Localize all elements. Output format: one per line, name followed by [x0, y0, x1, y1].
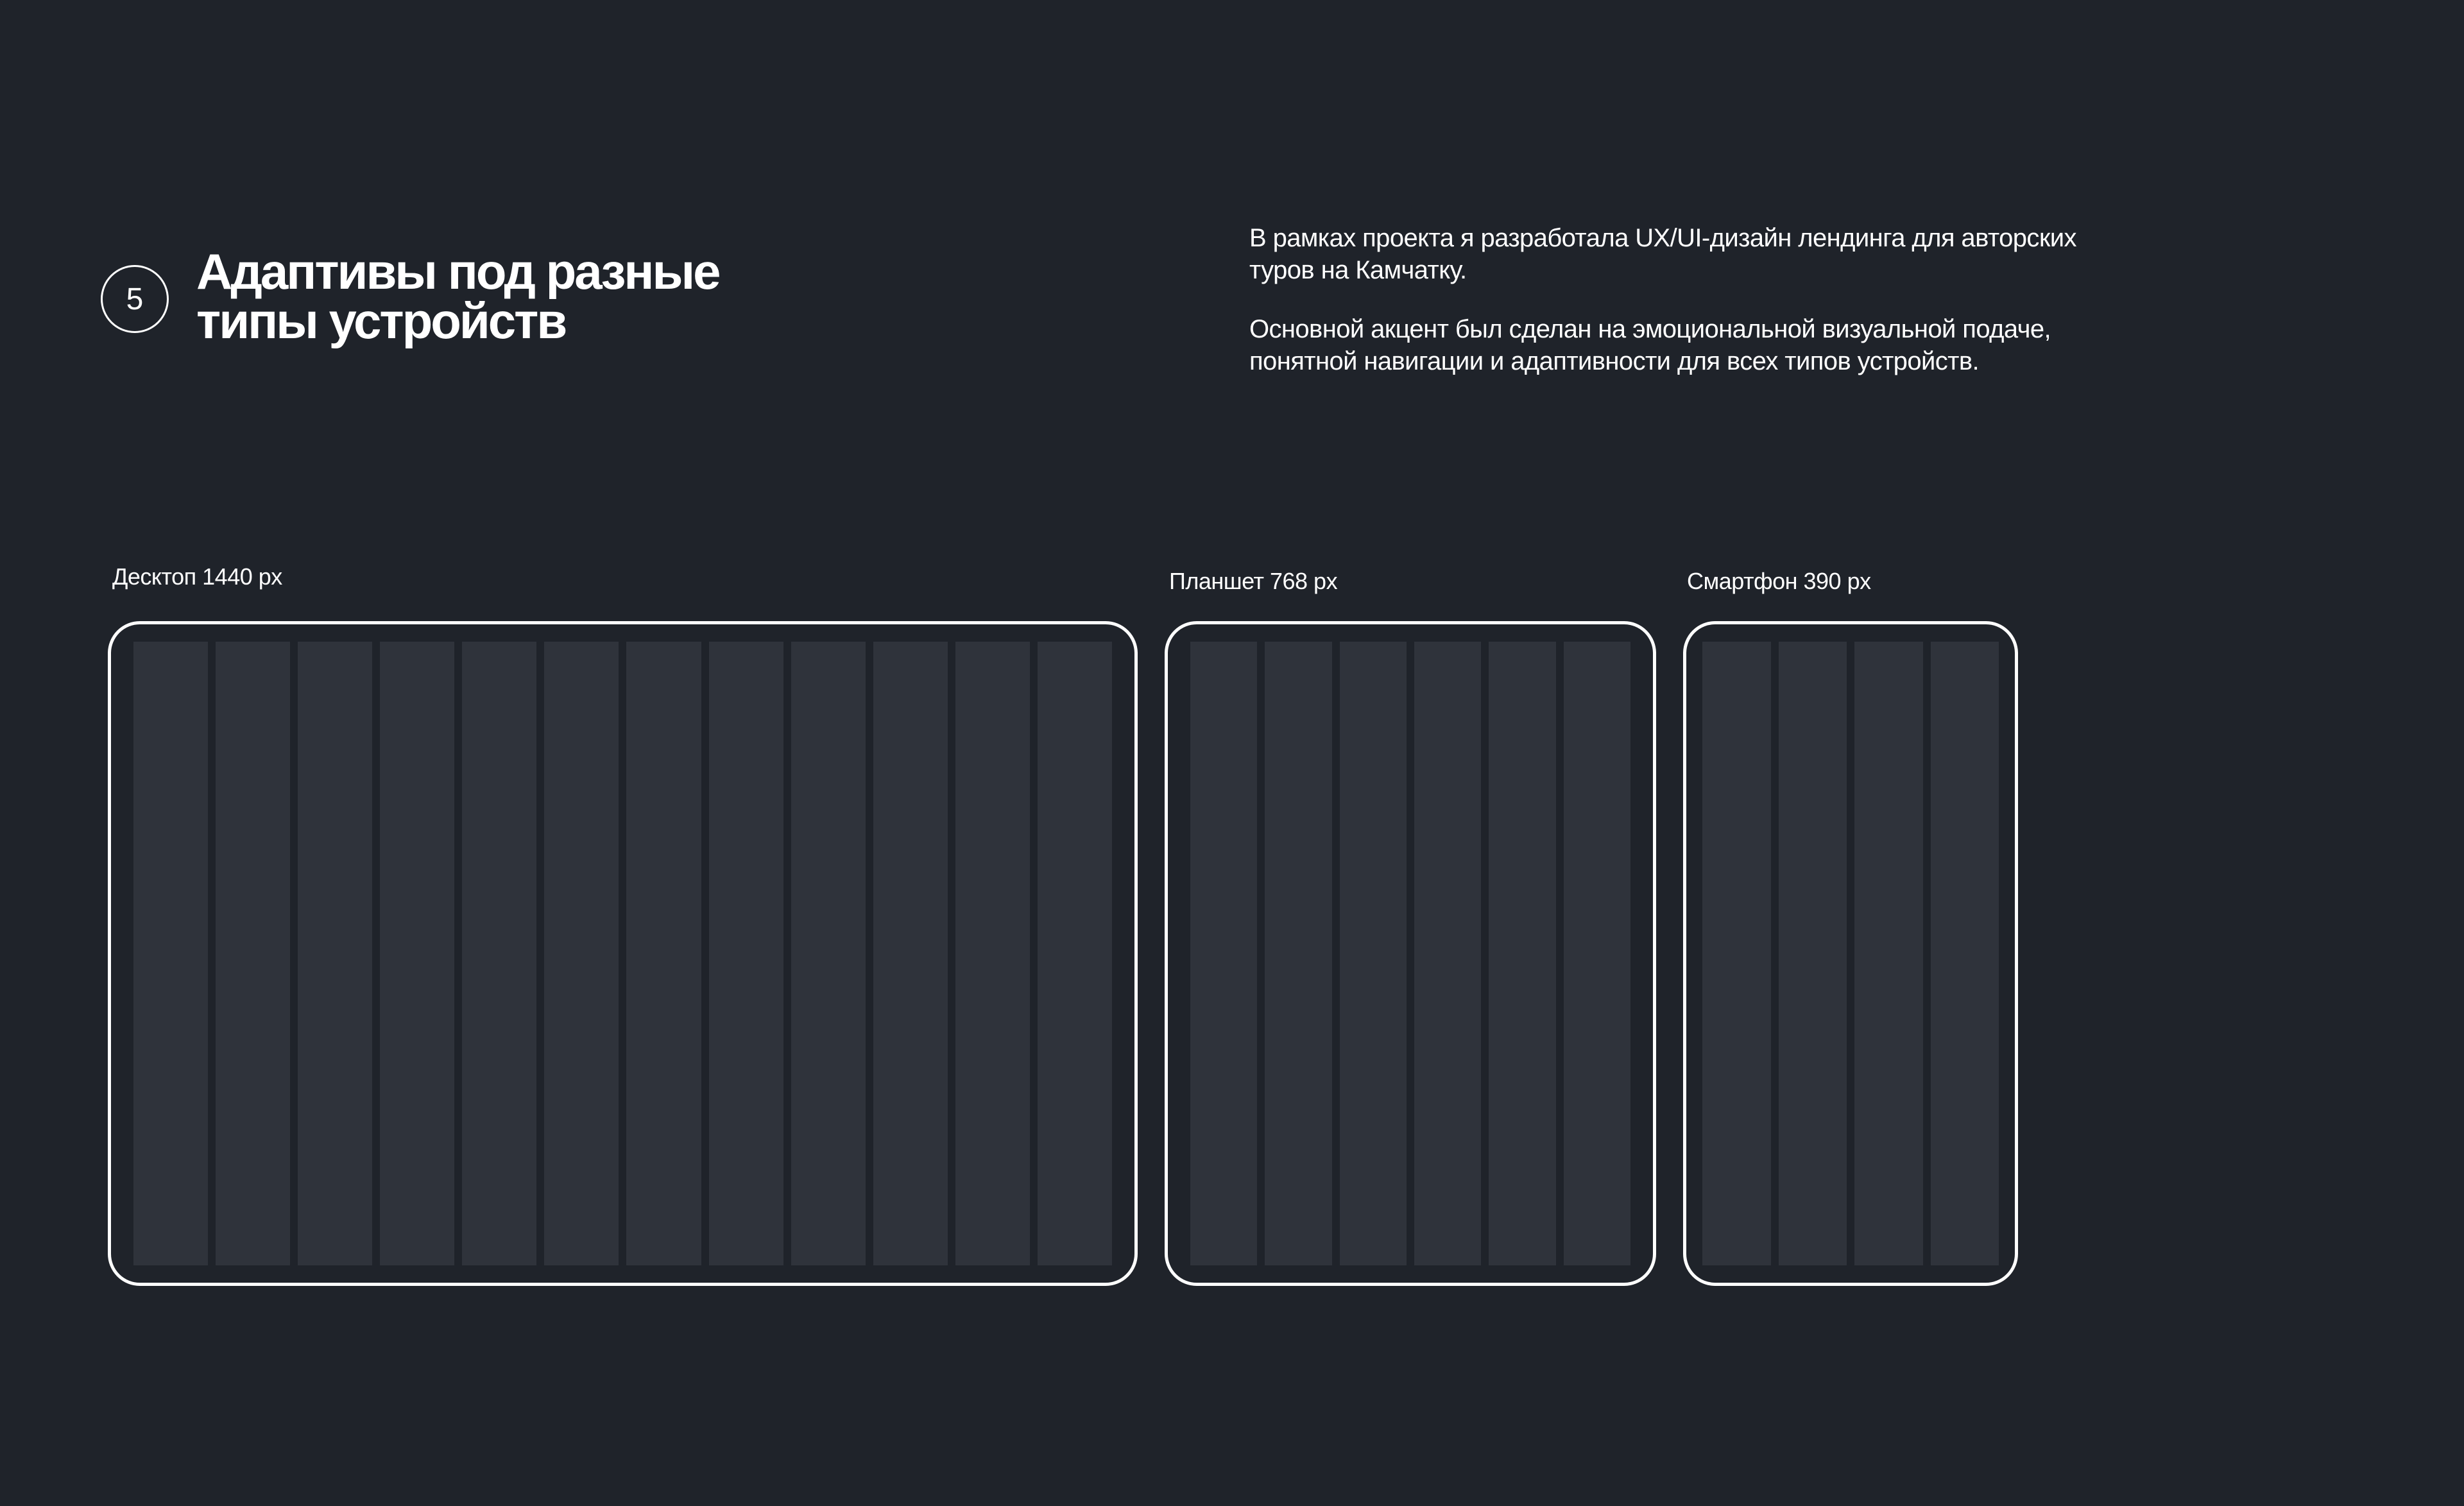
- grid-column: [1702, 642, 1771, 1265]
- tablet-grid: [1190, 642, 1630, 1265]
- grid-column: [298, 642, 373, 1265]
- step-number-badge: 5: [101, 265, 169, 333]
- grid-column: [1563, 642, 1630, 1265]
- desktop-frame: [108, 621, 1138, 1286]
- intro-text: В рамках проекта я разработала UX/UI-диз…: [1249, 222, 2212, 377]
- desktop-grid: [133, 642, 1112, 1265]
- grid-column: [1037, 642, 1112, 1265]
- intro-paragraph-2-line-1: Основной акцент был сделан на эмоциональ…: [1249, 315, 2051, 343]
- smartphone-grid: [1702, 642, 1999, 1265]
- section-title-line-2: типы устройств: [196, 293, 567, 349]
- grid-column: [1854, 642, 1923, 1265]
- section-title: Адаптивы под разные типы устройств: [196, 243, 774, 349]
- section-title-line-1: Адаптивы под разные: [196, 243, 721, 300]
- tablet-label: Планшет 768 px: [1169, 568, 1338, 594]
- tablet-frame: [1165, 621, 1656, 1286]
- intro-paragraph-2: Основной акцент был сделан на эмоциональ…: [1249, 313, 2212, 377]
- grid-column: [1414, 642, 1482, 1265]
- grid-column: [955, 642, 1030, 1265]
- grid-column: [544, 642, 619, 1265]
- grid-column: [791, 642, 866, 1265]
- grid-column: [1778, 642, 1847, 1265]
- grid-column: [873, 642, 948, 1265]
- grid-column: [1489, 642, 1556, 1265]
- desktop-label: Десктоп 1440 px: [112, 563, 282, 590]
- grid-column: [133, 642, 209, 1265]
- grid-column: [626, 642, 701, 1265]
- grid-column: [1190, 642, 1258, 1265]
- intro-paragraph-1-line-1: В рамках проекта я разработала UX/UI-диз…: [1249, 224, 2076, 252]
- grid-column: [1265, 642, 1332, 1265]
- grid-column: [1339, 642, 1407, 1265]
- grid-column: [708, 642, 783, 1265]
- grid-column: [380, 642, 455, 1265]
- smartphone-frame: [1683, 621, 2018, 1286]
- intro-paragraph-1: В рамках проекта я разработала UX/UI-диз…: [1249, 222, 2212, 286]
- grid-column: [1930, 642, 1999, 1265]
- smartphone-label: Смартфон 390 px: [1687, 568, 1871, 594]
- intro-paragraph-1-line-2: туров на Камчатку.: [1249, 256, 1467, 284]
- grid-column: [462, 642, 537, 1265]
- intro-paragraph-2-line-2: понятной навигации и адаптивности для вс…: [1249, 347, 1980, 375]
- grid-column: [216, 642, 291, 1265]
- step-number: 5: [126, 282, 144, 316]
